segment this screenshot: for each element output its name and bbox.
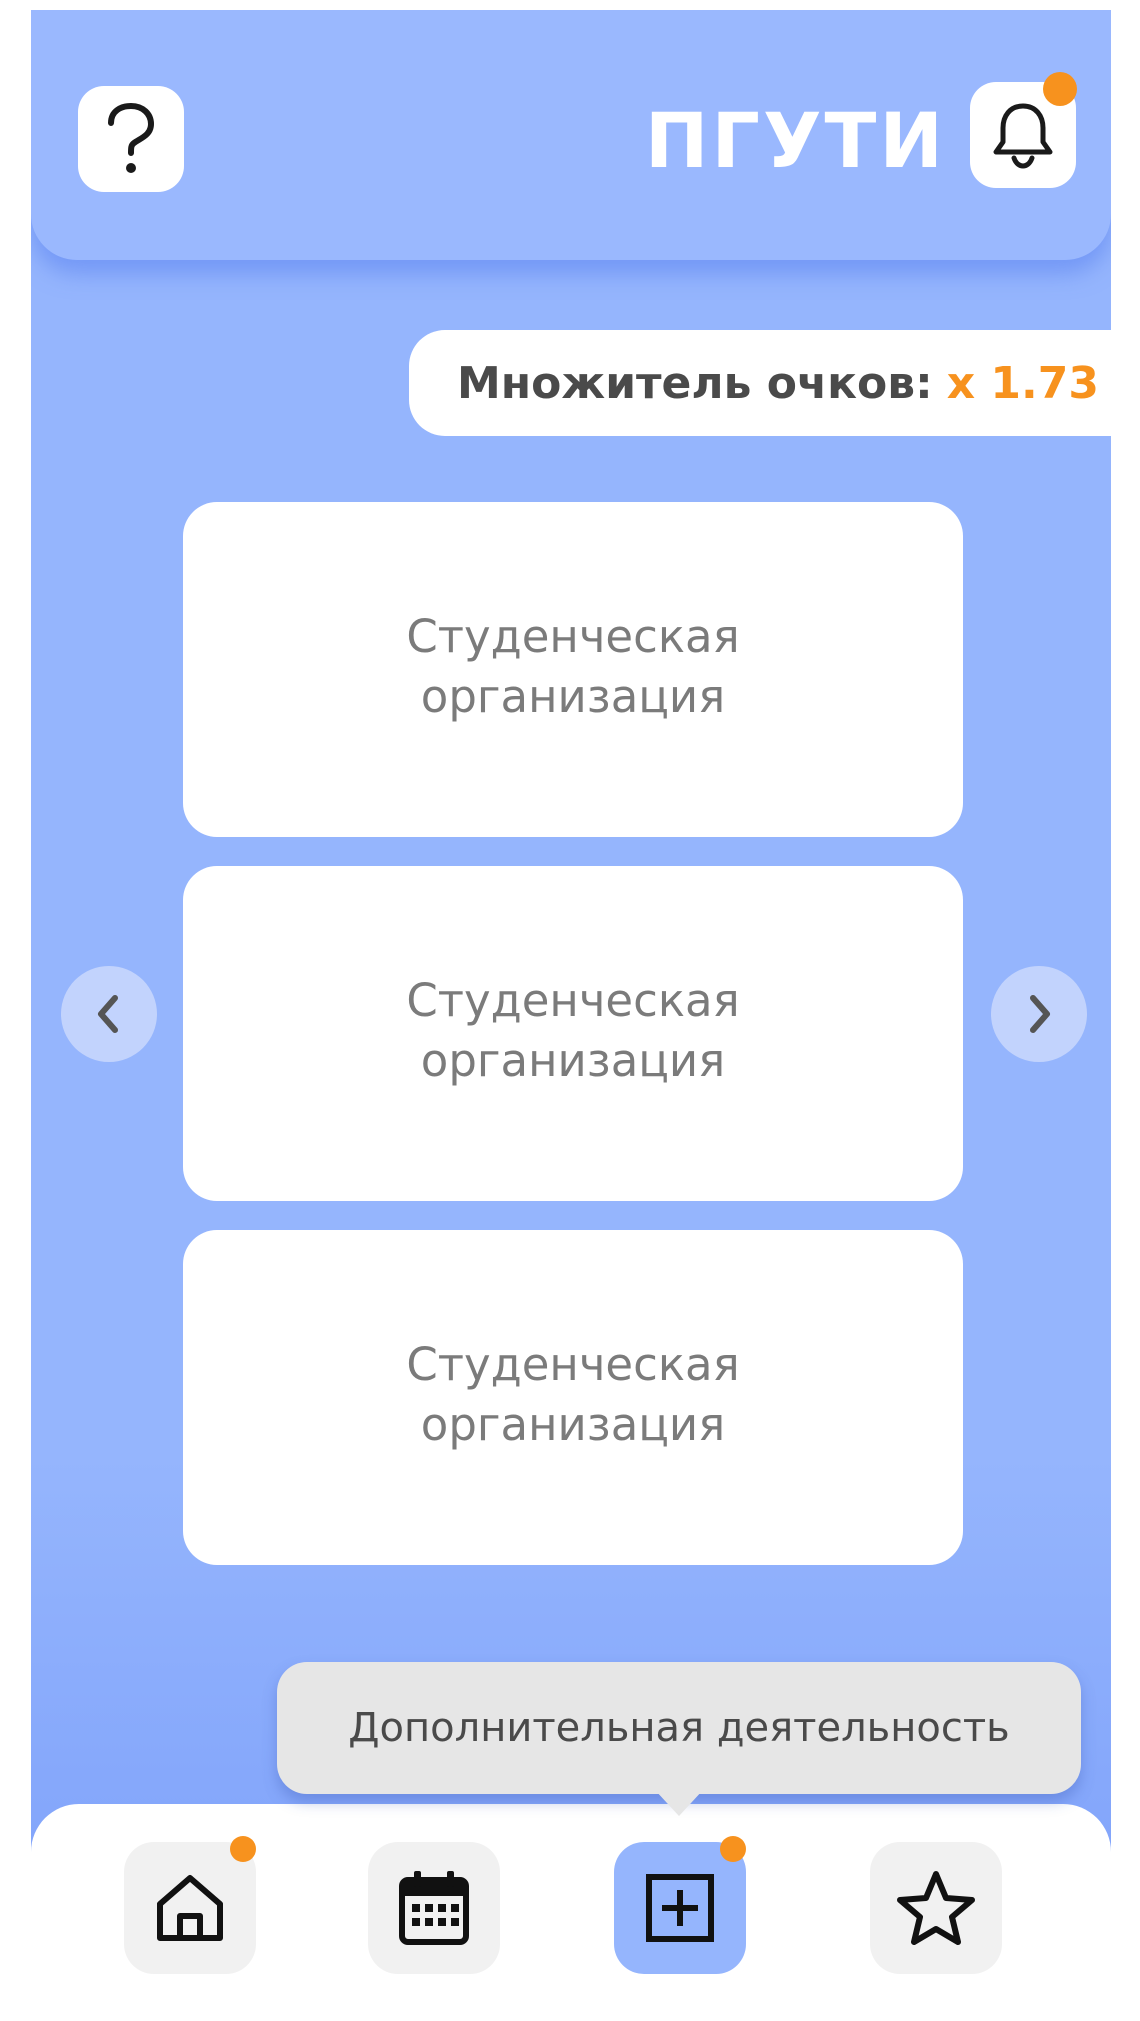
organization-card[interactable]: Студенческая организация <box>183 1230 963 1565</box>
card-title: Студенческая организация <box>406 973 740 1087</box>
home-badge <box>230 1836 256 1862</box>
star-icon <box>897 1871 975 1945</box>
tooltip-pointer <box>655 1790 703 1816</box>
multiplier-label: Множитель очков: <box>457 357 933 409</box>
calendar-icon <box>399 1871 469 1945</box>
nav-calendar-button[interactable] <box>368 1842 500 1974</box>
multiplier-value: x 1.73 <box>946 357 1099 409</box>
card-title: Студенческая организация <box>406 609 740 723</box>
chevron-left-icon <box>98 995 118 1033</box>
carousel-prev-button[interactable] <box>61 966 157 1062</box>
organization-card[interactable]: Студенческая организация <box>183 502 963 837</box>
top-header <box>31 10 1111 260</box>
add-square-icon <box>646 1874 714 1942</box>
points-multiplier: Множитель очков: x 1.73 <box>409 330 1111 436</box>
card-title: Студенческая организация <box>406 1337 740 1451</box>
carousel-next-button[interactable] <box>991 966 1087 1062</box>
nav-home-button[interactable] <box>124 1842 256 1974</box>
bell-icon <box>993 103 1053 169</box>
nav-favorites-button[interactable] <box>870 1842 1002 1974</box>
question-icon <box>108 103 155 173</box>
notification-badge <box>1043 72 1077 106</box>
help-button[interactable] <box>78 86 184 192</box>
nav-activities-button[interactable] <box>614 1842 746 1974</box>
nav-tooltip: Дополнительная деятельность <box>277 1662 1081 1794</box>
app-screen: ПГУТИ Множитель очков: x 1.73 Студенческ… <box>31 10 1111 2021</box>
activities-badge <box>720 1836 746 1862</box>
chevron-right-icon <box>1030 995 1050 1033</box>
organization-card[interactable]: Студенческая организация <box>183 866 963 1201</box>
home-icon <box>157 1875 223 1941</box>
brand-title: ПГУТИ <box>644 95 946 185</box>
